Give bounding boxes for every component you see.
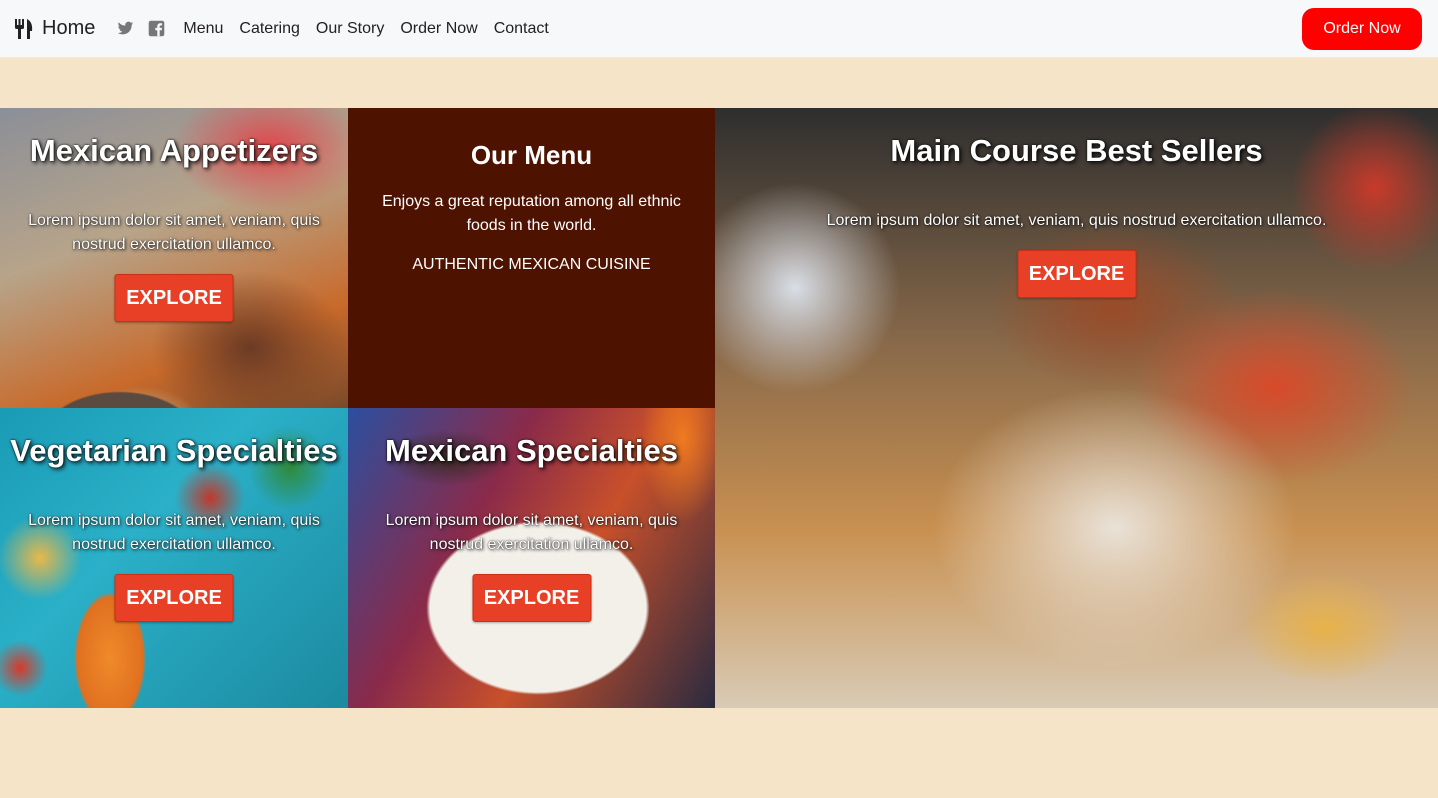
- vegetarian-text: Lorem ipsum dolor sit amet, veniam, quis…: [28, 512, 320, 553]
- vegetarian-tile: Vegetarian Specialties Lorem ipsum dolor…: [0, 408, 348, 708]
- appetizers-tile: Mexican Appetizers Lorem ipsum dolor sit…: [0, 108, 348, 408]
- nav-link-contact[interactable]: Contact: [494, 20, 549, 38]
- specialties-text: Lorem ipsum dolor sit amet, veniam, quis…: [385, 512, 678, 553]
- our-menu-description: Enjoys a great reputation among all ethn…: [382, 193, 681, 234]
- main-course-explore-button[interactable]: EXPLORE: [1017, 250, 1136, 298]
- social-links: [117, 20, 165, 37]
- main-course-title: Main Course Best Sellers: [890, 133, 1263, 168]
- our-menu-tile: Our Menu Enjoys a great reputation among…: [348, 108, 715, 408]
- appetizers-text: Lorem ipsum dolor sit amet, veniam, quis…: [28, 212, 320, 253]
- twitter-icon[interactable]: [117, 20, 134, 37]
- nav-link-catering[interactable]: Catering: [239, 20, 299, 38]
- specialties-tile: Mexican Specialties Lorem ipsum dolor si…: [348, 408, 715, 708]
- specialties-explore-button[interactable]: EXPLORE: [472, 574, 591, 622]
- specialties-title: Mexican Specialties: [385, 433, 678, 468]
- nav-link-order-now[interactable]: Order Now: [400, 20, 477, 38]
- order-now-button[interactable]: Order Now: [1302, 8, 1422, 50]
- appetizers-explore-button[interactable]: EXPLORE: [114, 274, 234, 322]
- our-menu-title: Our Menu: [470, 140, 593, 170]
- main-course-text: Lorem ipsum dolor sit amet, veniam, quis…: [826, 212, 1327, 229]
- nav-link-our-story[interactable]: Our Story: [316, 20, 384, 38]
- fork-knife-icon: [14, 18, 34, 40]
- nav-link-menu[interactable]: Menu: [183, 20, 223, 38]
- our-menu-subtitle: AUTHENTIC MEXICAN CUISINE: [412, 256, 651, 273]
- main-course-tile: Main Course Best Sellers Lorem ipsum dol…: [715, 108, 1438, 708]
- brand-label: Home: [42, 17, 96, 39]
- navbar: Home Menu Catering Our Story Order Now C…: [0, 0, 1438, 58]
- facebook-icon[interactable]: [148, 20, 165, 37]
- vegetarian-title: Vegetarian Specialties: [10, 433, 338, 468]
- nav-links: Menu Catering Our Story Order Now Contac…: [183, 20, 548, 38]
- vegetarian-explore-button[interactable]: EXPLORE: [114, 574, 234, 622]
- appetizers-title: Mexican Appetizers: [29, 133, 319, 168]
- home-link[interactable]: Home: [14, 17, 95, 40]
